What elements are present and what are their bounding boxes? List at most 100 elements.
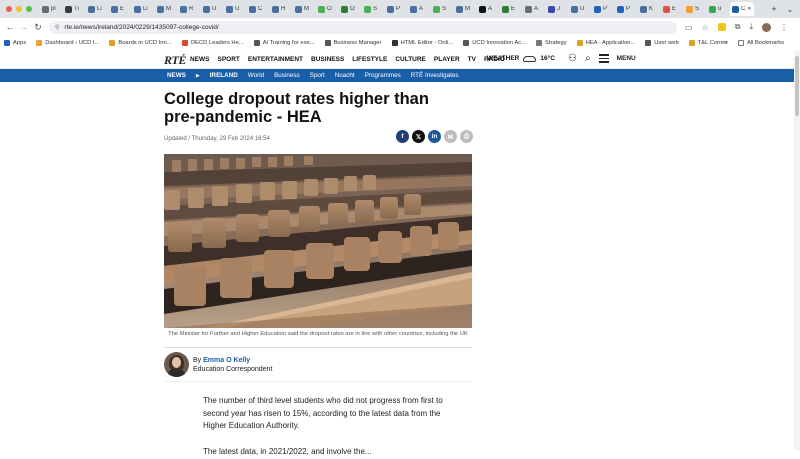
main-nav-item[interactable]: PLAYER: [434, 56, 460, 63]
bookmark-item[interactable]: HEA - Application...: [576, 40, 635, 46]
bookmark-item[interactable]: UCD Innovation Ac...: [463, 40, 526, 46]
email-share-icon[interactable]: ✉: [444, 130, 457, 143]
bookmark-item[interactable]: Dashboard ‹ UCD I...: [36, 40, 99, 46]
extensions-puzzle-icon[interactable]: ⧉: [735, 22, 741, 32]
all-bookmarks[interactable]: All Bookmarks: [737, 40, 784, 46]
back-button[interactable]: ←: [3, 22, 17, 32]
tab-title: Ti: [74, 6, 79, 12]
bookmark-item[interactable]: OECD Leaders He...: [181, 40, 244, 46]
bookmark-star-icon[interactable]: ☆: [702, 23, 709, 32]
tab-favicon-icon: [249, 5, 256, 13]
browser-tab[interactable]: M: [293, 2, 316, 16]
main-nav-item[interactable]: BUSINESS: [311, 56, 344, 63]
bookmark-item[interactable]: Boards in UCD Inn...: [109, 40, 172, 46]
browser-tab[interactable]: S: [362, 2, 385, 16]
page-scrollbar[interactable]: [794, 50, 800, 450]
main-nav-item[interactable]: NEWS: [190, 56, 210, 63]
browser-tab[interactable]: K: [638, 2, 661, 16]
browser-tab[interactable]: A: [477, 2, 500, 16]
browser-tab[interactable]: R: [178, 2, 201, 16]
browser-tab[interactable]: U: [224, 2, 247, 16]
browser-tab[interactable]: C ✕: [730, 2, 754, 16]
browser-tab[interactable]: Ti: [63, 2, 86, 16]
share-buttons: f 𝕏 in ✉ ⎙: [396, 130, 473, 143]
site-info-icon[interactable]: ⚲: [55, 24, 59, 31]
reload-button[interactable]: ↻: [31, 22, 45, 33]
subnav-item[interactable]: World: [248, 72, 264, 79]
bookmark-item[interactable]: AI Training for exe...: [253, 40, 315, 46]
minimize-window-icon[interactable]: [16, 6, 22, 12]
hamburger-icon[interactable]: [598, 54, 609, 63]
extension-icon[interactable]: [717, 23, 726, 31]
browser-tab[interactable]: S: [684, 2, 707, 16]
browser-tab[interactable]: C: [247, 2, 270, 16]
main-nav-item[interactable]: SPORT: [218, 56, 240, 63]
scrollbar-thumb[interactable]: [795, 56, 799, 116]
main-nav-item[interactable]: ENTERTAINMENT: [248, 56, 303, 63]
author-name-link[interactable]: Emma O Kelly: [203, 357, 250, 364]
browser-tab[interactable]: O: [316, 2, 339, 16]
cast-icon[interactable]: ▭: [685, 23, 693, 32]
browser-tab[interactable]: U: [201, 2, 224, 16]
main-nav-item[interactable]: LIFESTYLE: [352, 56, 387, 63]
browser-tab[interactable]: pl: [40, 2, 63, 16]
browser-tab[interactable]: P: [385, 2, 408, 16]
subnav-news[interactable]: NEWS: [167, 72, 186, 79]
rte-logo[interactable]: RTÉ: [164, 53, 186, 68]
account-icon[interactable]: ⚇: [568, 53, 577, 64]
browser-tab[interactable]: Li: [86, 2, 109, 16]
subnav-item[interactable]: Programmes: [365, 72, 401, 79]
main-nav-item[interactable]: TV: [468, 56, 476, 63]
browser-tab[interactable]: U: [569, 2, 592, 16]
browser-tab[interactable]: E: [661, 2, 684, 16]
tab-search-icon[interactable]: ⌄: [780, 5, 800, 14]
lecture-hall-desks-image: [164, 154, 472, 328]
bookmark-item[interactable]: User web: [645, 40, 679, 46]
subnav-item[interactable]: Nuacht: [335, 72, 355, 79]
bookmark-item[interactable]: T&L Corner: [688, 40, 727, 46]
address-bar[interactable]: ⚲ rte.ie/news/ireland/2024/0229/1435097-…: [49, 20, 677, 34]
browser-menu-icon[interactable]: ⋮: [780, 23, 788, 32]
weather-widget[interactable]: WEATHER 16°C: [487, 55, 555, 62]
bookmark-item[interactable]: Business Manager: [324, 40, 382, 46]
menu-button[interactable]: MENU: [617, 55, 636, 62]
forward-button[interactable]: →: [17, 22, 31, 32]
browser-tab[interactable]: E: [500, 2, 523, 16]
search-icon[interactable]: ⌕: [585, 53, 591, 64]
subnav-item[interactable]: Sport: [310, 72, 325, 79]
browser-tab[interactable]: P: [615, 2, 638, 16]
browser-tab[interactable]: J: [546, 2, 569, 16]
bookmark-item[interactable]: Apps: [4, 40, 26, 46]
browser-tab[interactable]: M: [454, 2, 477, 16]
bookmark-label: Apps: [13, 40, 27, 46]
browser-tab[interactable]: A: [408, 2, 431, 16]
browser-tab[interactable]: E: [109, 2, 132, 16]
browser-tab[interactable]: u: [707, 2, 730, 16]
close-tab-icon[interactable]: ✕: [747, 6, 751, 12]
browser-tab[interactable]: H: [270, 2, 293, 16]
bookmark-item[interactable]: HTML Editor - Onli...: [391, 40, 453, 46]
main-nav-item[interactable]: CULTURE: [395, 56, 426, 63]
print-icon[interactable]: ⎙: [460, 130, 473, 143]
x-share-icon[interactable]: 𝕏: [412, 130, 425, 143]
subnav-item[interactable]: RTÉ Investigates: [411, 72, 459, 79]
bookmark-item[interactable]: Strategy: [536, 40, 567, 46]
section-subnav: NEWS ▶ IRELAND World Business Sport Nuacht P…: [0, 69, 794, 82]
browser-tab[interactable]: A: [523, 2, 546, 16]
subnav-ireland[interactable]: IRELAND: [210, 72, 238, 79]
bookmarks-overflow-icon[interactable]: »: [725, 40, 728, 46]
facebook-share-icon[interactable]: f: [396, 130, 409, 143]
browser-tab[interactable]: O: [339, 2, 362, 16]
browser-tab[interactable]: M: [155, 2, 178, 16]
subnav-item[interactable]: Business: [274, 72, 300, 79]
author-avatar[interactable]: [164, 352, 189, 377]
new-tab-button[interactable]: +: [768, 4, 780, 14]
linkedin-share-icon[interactable]: in: [428, 130, 441, 143]
close-window-icon[interactable]: [6, 6, 12, 12]
browser-tab[interactable]: S: [431, 2, 454, 16]
profile-avatar[interactable]: [762, 22, 771, 32]
browser-tab[interactable]: P: [592, 2, 615, 16]
browser-tab[interactable]: Li: [132, 2, 155, 16]
maximize-window-icon[interactable]: [26, 6, 32, 12]
download-icon[interactable]: ⤓: [749, 22, 753, 32]
